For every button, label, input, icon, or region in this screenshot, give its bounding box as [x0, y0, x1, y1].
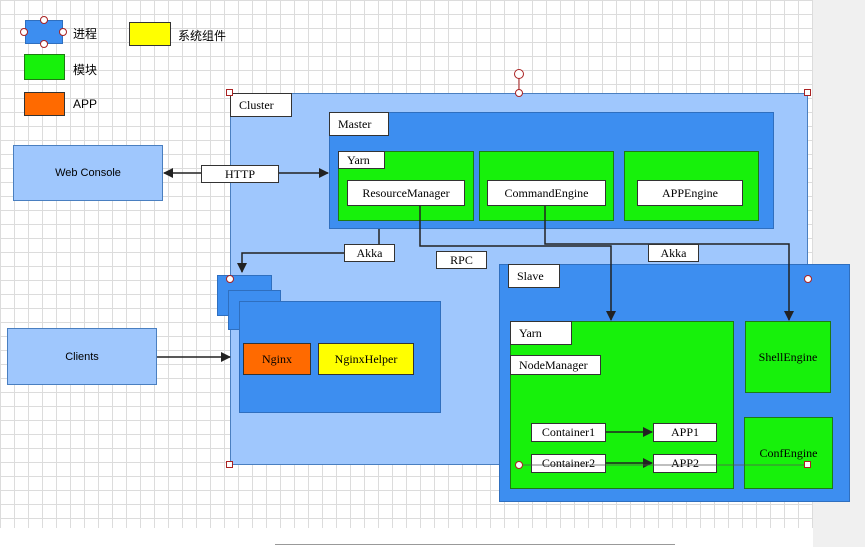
- resize-handle-s[interactable]: [515, 461, 523, 469]
- resize-handle-se[interactable]: [804, 461, 811, 468]
- resize-handle-w[interactable]: [226, 275, 234, 283]
- akka-right-connector: [544, 206, 794, 321]
- rpc-label: RPC: [436, 251, 487, 269]
- akka-left-label: Akka: [344, 244, 395, 262]
- akka-right-label: Akka: [648, 244, 699, 262]
- rotation-handle[interactable]: [514, 69, 524, 79]
- resize-handle-nw[interactable]: [226, 89, 233, 96]
- resize-handle-e[interactable]: [804, 275, 812, 283]
- connectors: [157, 78, 807, 468]
- resize-handle-ne[interactable]: [804, 89, 811, 96]
- http-label: HTTP: [201, 165, 279, 183]
- resize-handle-sw[interactable]: [226, 461, 233, 468]
- resize-handle-n[interactable]: [515, 89, 523, 97]
